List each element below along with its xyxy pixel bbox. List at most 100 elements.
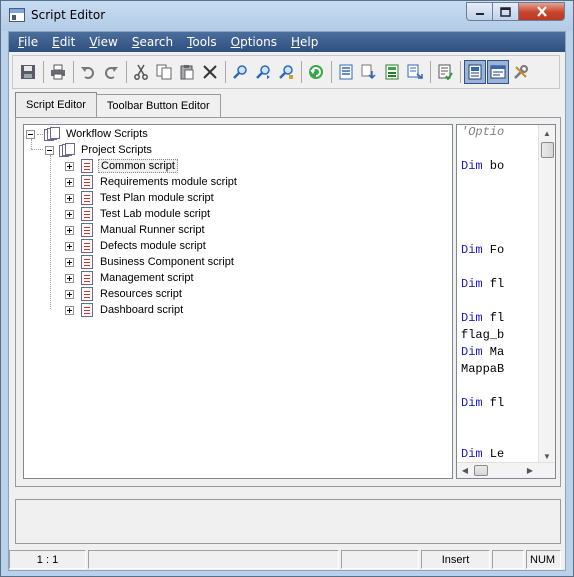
tree-node-script[interactable]: Test Plan module script [65, 190, 216, 206]
delete-icon [203, 65, 217, 79]
cut-button[interactable] [130, 60, 152, 84]
expand-icon[interactable] [65, 289, 74, 299]
menu-search[interactable]: Search [125, 35, 180, 49]
find-button[interactable] [229, 60, 251, 84]
expand-icon[interactable] [65, 273, 74, 283]
scroll-right-icon[interactable]: ▶ [522, 463, 538, 478]
output-view-button[interactable] [487, 60, 509, 84]
save-button[interactable] [17, 60, 39, 84]
menu-tools[interactable]: Tools [180, 35, 224, 49]
title-bar[interactable]: Script Editor [1, 1, 573, 31]
horizontal-scrollbar[interactable]: ◀ ▶ [457, 462, 555, 478]
insert-mode: Insert [421, 550, 490, 569]
insert-button[interactable] [358, 60, 380, 84]
cut-icon [134, 64, 148, 80]
undo-button[interactable] [77, 60, 99, 84]
module-button[interactable] [381, 60, 403, 84]
tree-node-project-scripts[interactable]: Project Scripts [45, 142, 154, 158]
toolbar-separator [73, 61, 74, 83]
maximize-icon [500, 6, 511, 17]
tree-label: Defects module script [100, 240, 206, 252]
tools-button[interactable] [510, 60, 532, 84]
client-area: File Edit View Search Tools Options Help [8, 31, 566, 571]
expand-icon[interactable] [65, 177, 74, 187]
tree-label: Workflow Scripts [66, 128, 148, 140]
scripts-folder-icon [59, 143, 75, 157]
vertical-scrollbar[interactable]: ▲ ▼ [538, 125, 555, 464]
menu-view[interactable]: View [82, 35, 124, 49]
tree-node-script[interactable]: Management script [65, 270, 196, 286]
script-editor-panel: Workflow Scripts Project Scripts Common … [15, 117, 561, 487]
maximize-button[interactable] [493, 2, 519, 21]
tree-node-script[interactable]: Resources script [65, 286, 184, 302]
expand-icon[interactable] [65, 257, 74, 267]
tab-toolbar-button-editor[interactable]: Toolbar Button Editor [95, 94, 221, 117]
syntax-check-button[interactable] [434, 60, 456, 84]
redo-button[interactable] [100, 60, 122, 84]
status-bar: 1 : 1 Insert NUM [9, 550, 565, 570]
tree-node-script[interactable]: Dashboard script [65, 302, 185, 318]
menu-edit[interactable]: Edit [45, 35, 82, 49]
tree-node-script[interactable]: Requirements module script [65, 174, 239, 190]
print-button[interactable] [47, 60, 69, 84]
copy-button[interactable] [153, 60, 175, 84]
minimize-icon [475, 12, 484, 15]
menu-options[interactable]: Options [224, 35, 284, 49]
menu-bar: File Edit View Search Tools Options Help [9, 32, 565, 52]
tab-script-editor[interactable]: Script Editor [15, 92, 97, 117]
script-icon [81, 287, 93, 301]
paste-icon [180, 65, 194, 80]
scroll-left-icon[interactable]: ◀ [457, 463, 473, 478]
expand-icon[interactable] [65, 305, 74, 315]
tree-node-script[interactable]: Business Component script [65, 254, 236, 270]
tree-node-workflow-scripts[interactable]: Workflow Scripts [26, 126, 150, 142]
refresh-button[interactable] [305, 60, 327, 84]
find-next-button[interactable] [252, 60, 274, 84]
print-icon [51, 64, 65, 80]
expand-icon[interactable] [65, 161, 74, 171]
module-icon [385, 64, 399, 80]
toolbar-separator [301, 61, 302, 83]
window-controls [466, 2, 565, 21]
menu-help[interactable]: Help [284, 35, 325, 49]
export-button[interactable] [404, 60, 426, 84]
code-line: Dim fl [461, 277, 505, 291]
script-view-button[interactable] [464, 60, 486, 84]
menu-file[interactable]: File [11, 35, 45, 49]
close-button[interactable] [519, 2, 565, 21]
scroll-up-icon[interactable]: ▲ [539, 125, 555, 141]
scroll-thumb[interactable] [474, 465, 488, 476]
paste-button[interactable] [176, 60, 198, 84]
tree-label: Test Plan module script [100, 192, 214, 204]
replace-button[interactable] [275, 60, 297, 84]
tree-node-script[interactable]: Manual Runner script [65, 222, 207, 238]
script-icon [81, 271, 93, 285]
replace-icon [279, 65, 293, 79]
output-view-icon [490, 65, 506, 79]
find-icon [233, 65, 247, 79]
list-button[interactable] [335, 60, 357, 84]
tree-node-script[interactable]: Test Lab module script [65, 206, 212, 222]
minimize-button[interactable] [466, 2, 493, 21]
tree-label: Business Component script [100, 256, 234, 268]
tree-node-script[interactable]: Defects module script [65, 238, 208, 254]
collapse-icon[interactable] [26, 129, 35, 139]
script-editor-window: Script Editor File Edit View Search Tool… [0, 0, 574, 577]
tree-node-script[interactable]: Common script [65, 158, 178, 174]
expand-icon[interactable] [65, 225, 74, 235]
scroll-thumb[interactable] [541, 142, 554, 158]
code-line: Dim fl [461, 311, 505, 325]
expand-icon[interactable] [65, 209, 74, 219]
expand-icon[interactable] [65, 193, 74, 203]
script-icon [81, 159, 93, 173]
output-pane[interactable] [15, 499, 561, 544]
toolbar-separator [430, 61, 431, 83]
expand-icon[interactable] [65, 241, 74, 251]
syntax-check-icon [438, 64, 453, 80]
script-tree[interactable]: Workflow Scripts Project Scripts Common … [23, 124, 453, 479]
collapse-icon[interactable] [45, 145, 54, 155]
code-line: flag_b [461, 328, 505, 342]
delete-button[interactable] [199, 60, 221, 84]
toolbar-separator [225, 61, 226, 83]
code-editor[interactable]: 'Optio Dim bo Dim Fo Dim fl Dim fl flag_… [456, 124, 556, 479]
